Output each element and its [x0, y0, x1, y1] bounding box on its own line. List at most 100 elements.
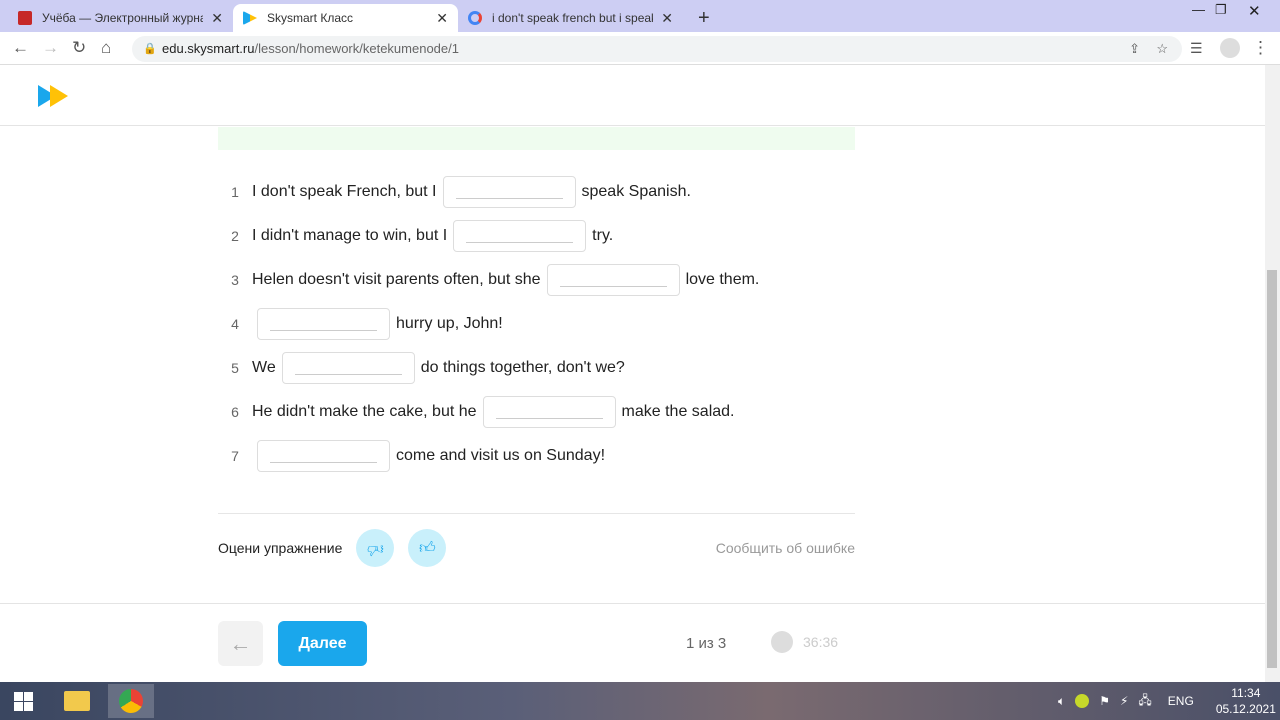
page-counter: 1 из 3 — [686, 635, 727, 652]
google-icon — [468, 11, 482, 25]
url-path: /lesson/homework/ketekumenode/1 — [254, 41, 459, 56]
back-icon[interactable]: ← — [12, 38, 29, 58]
tab-skysmart[interactable]: Skysmart Класс ✕ — [233, 4, 458, 32]
answer-input[interactable] — [257, 308, 390, 340]
browser-toolbar: ← → ↻ ⌂ 🔒 edu.skysmart.ru/lesson/homewor… — [0, 32, 1280, 65]
answer-input[interactable] — [257, 440, 390, 472]
exercise-row: 2 I didn't manage to win, but I try. — [218, 220, 613, 252]
close-tab-icon[interactable]: ✕ — [436, 10, 448, 27]
close-tab-icon[interactable]: ✕ — [211, 10, 223, 27]
exercise-row: 7 come and visit us on Sunday! — [218, 440, 605, 472]
minimize-icon[interactable]: — — [1192, 2, 1205, 17]
page: 1 I don't speak French, but I speak Spanis… — [0, 65, 1265, 682]
row-number: 1 — [231, 184, 239, 200]
skysmart-icon — [243, 11, 257, 25]
chrome-icon — [119, 689, 143, 713]
windows-icon — [13, 691, 33, 711]
rating-label: Оцени упражнение — [218, 540, 343, 556]
taskbar: 🔈︎ ⚑ ⚡︎ 🖧︎ ENG 11:34 05.12.2021 — [0, 682, 1280, 720]
forward-icon[interactable]: → — [42, 38, 59, 58]
tab-label: Skysmart Класс — [267, 11, 354, 25]
sentence-after: try. — [592, 227, 614, 244]
exercise-row: 1 I don't speak French, but I speak Spanis… — [218, 176, 691, 208]
clock-icon — [771, 631, 793, 653]
close-tab-icon[interactable]: ✕ — [661, 10, 673, 27]
start-button[interactable] — [0, 684, 46, 718]
address-bar[interactable]: 🔒 edu.skysmart.ru/lesson/homework/keteku… — [132, 36, 1182, 62]
language-indicator[interactable]: ENG — [1168, 694, 1194, 708]
tab-label: i don't speak french but i speak s — [492, 11, 654, 25]
new-tab-button[interactable]: + — [688, 4, 720, 32]
dislike-button[interactable]: 👍︎ — [356, 529, 395, 567]
update-icon[interactable] — [1075, 694, 1090, 708]
lock-icon: 🔒 — [143, 43, 157, 55]
exercise-row: 5 We do things together, don't we? — [218, 352, 625, 384]
timer: 36:36 — [771, 631, 838, 653]
network-icon[interactable]: 🖧︎ — [1138, 691, 1151, 712]
answer-input[interactable] — [482, 396, 616, 428]
explorer-button[interactable] — [54, 684, 100, 718]
flag-icon[interactable]: ⚑ — [1099, 694, 1110, 708]
task-instruction-strip — [218, 127, 855, 150]
sentence-after: speak Spanish. — [581, 183, 691, 200]
volume-icon[interactable]: 🔈︎ — [1058, 694, 1065, 709]
site-header — [0, 65, 1265, 126]
date: 05.12.2021 — [1215, 702, 1276, 716]
arrow-left-icon: ← — [229, 631, 252, 656]
sentence-before: We — [252, 359, 276, 376]
chrome-button[interactable] — [108, 684, 154, 718]
row-number: 3 — [231, 272, 239, 288]
tab-google[interactable]: i don't speak french but i speak s ✕ — [458, 4, 683, 32]
star-icon[interactable]: ☆ — [1156, 36, 1168, 62]
sentence-after: hurry up, John! — [396, 315, 503, 332]
row-number: 4 — [231, 316, 239, 332]
scrollbar-thumb[interactable] — [1267, 270, 1277, 668]
exercise-row: 6 He didn't make the cake, but he make the… — [218, 396, 734, 428]
close-window-icon[interactable]: ✕ — [1248, 2, 1261, 20]
clock[interactable]: 11:34 05.12.2021 — [1216, 685, 1276, 717]
answer-input[interactable] — [546, 264, 680, 296]
divider — [218, 513, 855, 514]
answer-input[interactable] — [442, 176, 576, 208]
sentence-before: Helen doesn't visit parents often, but s… — [252, 271, 541, 288]
like-button[interactable]: 👍︎ — [408, 529, 447, 567]
report-error-link[interactable]: Сообщить об ошибке — [716, 540, 855, 556]
sentence-after: do things together, don't we? — [420, 359, 625, 376]
tab-label: Учёба — Электронный журнал — [42, 11, 204, 25]
thumbs-up-icon: 👍︎ — [418, 539, 436, 557]
row-number: 5 — [231, 360, 239, 376]
reload-icon[interactable]: ↻ — [72, 38, 86, 58]
skysmart-logo[interactable] — [38, 85, 70, 107]
rating-bar: Оцени упражнение 👍︎ 👍︎ Сообщить об ошибк… — [218, 529, 855, 567]
row-number: 2 — [231, 228, 239, 244]
share-icon[interactable]: ⇪ — [1129, 36, 1140, 62]
diary-icon — [18, 11, 32, 25]
menu-icon[interactable]: ⋮ — [1252, 38, 1269, 58]
answer-input[interactable] — [453, 220, 587, 252]
profile-icon[interactable] — [1220, 38, 1240, 58]
next-button[interactable]: Далее — [278, 621, 367, 666]
folder-icon — [64, 691, 90, 711]
row-number: 6 — [231, 404, 239, 420]
answer-input[interactable] — [281, 352, 415, 384]
sentence-before: I didn't manage to win, but I — [252, 227, 448, 244]
timer-value: 36:36 — [803, 634, 839, 650]
exercise-row: 4 hurry up, John! — [218, 308, 503, 340]
time: 11:34 — [1231, 686, 1261, 700]
sentence-after: come and visit us on Sunday! — [396, 447, 606, 464]
tab-diary[interactable]: Учёба — Электронный журнал ✕ — [8, 4, 233, 32]
row-number: 7 — [231, 448, 239, 464]
restore-icon[interactable]: ❐ — [1215, 2, 1227, 18]
reading-list-icon[interactable]: ☰ — [1190, 40, 1203, 57]
sentence-before: He didn't make the cake, but he — [252, 403, 477, 420]
home-icon[interactable]: ⌂ — [101, 38, 111, 58]
sentence-before: I don't speak French, but I — [252, 183, 437, 200]
sentence-after: make the salad. — [621, 403, 735, 420]
power-icon[interactable]: ⚡︎ — [1120, 694, 1128, 708]
thumbs-down-icon: 👍︎ — [366, 539, 384, 557]
prev-button[interactable]: ← — [218, 621, 263, 666]
tab-bar: Учёба — Электронный журнал ✕ Skysmart Кла… — [0, 0, 1280, 32]
footer-nav: ← Далее 1 из 3 36:36 — [0, 603, 1265, 683]
exercise-row: 3 Helen doesn't visit parents often, but … — [218, 264, 759, 296]
sentence-after: love them. — [685, 271, 760, 288]
